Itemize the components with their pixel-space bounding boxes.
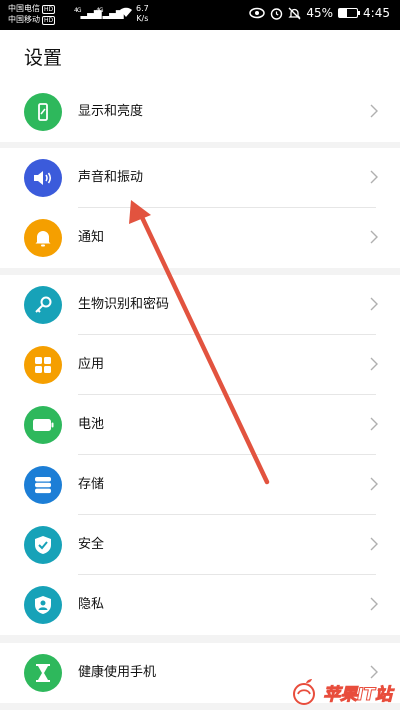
storage-icon — [24, 466, 62, 504]
display-icon — [24, 93, 62, 131]
settings-item-label: 声音和振动 — [78, 170, 144, 185]
settings-group: 生物识别和密码 应用 电池 存储 安全 隐私 — [0, 275, 400, 635]
settings-item-privacy[interactable]: 隐私 — [0, 575, 400, 635]
watermark-logo: 苹果IT站 — [290, 678, 392, 706]
chevron-right-icon — [370, 357, 378, 371]
status-bar: 中国电信 HD 中国移动 HD 4G▂▄▆ 4G▂▄▆ 6.7 K/s 45% 4:… — [0, 0, 400, 30]
chevron-right-icon — [370, 597, 378, 611]
eye-icon — [249, 7, 266, 19]
settings-item-label: 应用 — [78, 357, 105, 372]
settings-item-label: 隐私 — [78, 597, 105, 612]
settings-item-label: 生物识别和密码 — [78, 297, 170, 312]
settings-item-label: 存储 — [78, 477, 105, 492]
battery-percent: 45% — [306, 6, 334, 20]
net-speed: 6.7 K/s — [136, 4, 149, 24]
chevron-right-icon — [370, 537, 378, 551]
page-title: 设置 — [24, 47, 63, 69]
apple-logo-icon — [293, 679, 316, 705]
settings-item-sound[interactable]: 声音和振动 — [0, 148, 400, 208]
settings-item-label: 健康使用手机 — [78, 665, 157, 680]
chevron-right-icon — [370, 417, 378, 431]
battery-icon — [338, 8, 361, 18]
clock: 4:45 — [363, 6, 390, 20]
wifi-icon — [119, 6, 133, 21]
settings-item-notifications[interactable]: 通知 — [0, 208, 400, 268]
carrier-2-label: 中国移动 — [8, 15, 40, 24]
settings-item-battery[interactable]: 电池 — [0, 395, 400, 455]
settings-item-label: 通知 — [78, 230, 105, 245]
settings-header: 设置 — [0, 30, 400, 82]
alarm-icon — [271, 7, 283, 20]
status-right: 45% 4:45 — [249, 6, 390, 20]
battery-icon — [24, 406, 62, 444]
chevron-right-icon — [370, 477, 378, 491]
settings-item-apps[interactable]: 应用 — [0, 335, 400, 395]
watermark-text: 苹果IT站 — [323, 684, 393, 705]
settings-item-label: 安全 — [78, 537, 105, 552]
carrier-1-label: 中国电信 — [8, 4, 40, 13]
chevron-right-icon — [370, 297, 378, 311]
settings-group: 声音和振动 通知 — [0, 148, 400, 268]
privacy-icon — [24, 586, 62, 624]
chevron-right-icon — [370, 665, 378, 679]
carrier-info: 中国电信 HD 中国移动 HD — [8, 3, 56, 25]
hd-badge: HD — [42, 5, 56, 14]
settings-item-label: 电池 — [78, 417, 105, 432]
settings-item-storage[interactable]: 存储 — [0, 455, 400, 515]
key-icon — [24, 286, 62, 324]
hd-badge: HD — [42, 16, 56, 25]
net-speed-unit: K/s — [136, 14, 149, 23]
chevron-right-icon — [370, 230, 378, 244]
settings-item-biometrics[interactable]: 生物识别和密码 — [0, 275, 400, 335]
bell-icon — [24, 219, 62, 257]
settings-group: 显示和亮度 — [0, 82, 400, 142]
settings-item-display[interactable]: 显示和亮度 — [0, 82, 400, 142]
volume-icon — [24, 159, 62, 197]
mute-icon — [288, 7, 301, 19]
chevron-right-icon — [370, 104, 378, 118]
net-speed-value: 6.7 — [136, 4, 149, 13]
chevron-right-icon — [370, 170, 378, 184]
shield-check-icon — [24, 526, 62, 564]
hourglass-icon — [24, 654, 62, 692]
apps-icon — [24, 346, 62, 384]
settings-item-security[interactable]: 安全 — [0, 515, 400, 575]
settings-item-label: 显示和亮度 — [78, 104, 144, 119]
